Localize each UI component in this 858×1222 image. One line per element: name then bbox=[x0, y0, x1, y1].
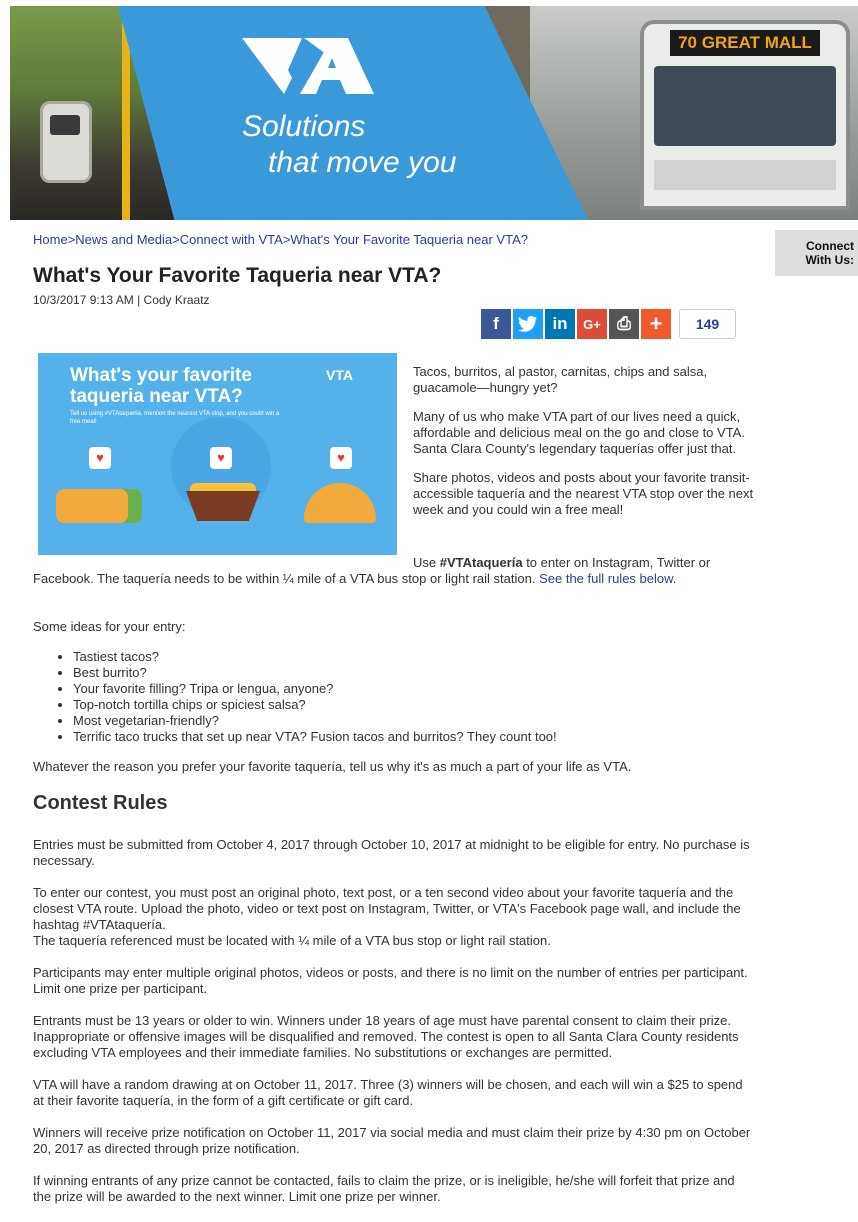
ideas-heading: Some ideas for your entry: bbox=[33, 619, 186, 634]
promo-subtext: Tell us using #VTAtaqueria, mention the … bbox=[70, 411, 280, 425]
intro-paragraph: Share photos, videos and posts about you… bbox=[413, 470, 754, 517]
bus-illustration: 70 GREAT MALL bbox=[640, 20, 850, 210]
full-rules-link[interactable]: See the full rules below. bbox=[539, 571, 676, 586]
googleplus-share-button[interactable]: G+ bbox=[577, 309, 607, 339]
banner-tagline-1: Solutions bbox=[242, 110, 366, 143]
list-item: Top-notch tortilla chips or spiciest sal… bbox=[73, 697, 557, 713]
contest-rules-heading: Contest Rules bbox=[33, 792, 168, 814]
connect-label-2: With Us: bbox=[805, 253, 854, 267]
promo-vta-logo: VTA bbox=[326, 367, 353, 383]
entry-instructions: Use #VTAtaquería to enter on Instagram, … bbox=[33, 555, 758, 587]
hashtag: #VTAtaquería bbox=[439, 555, 523, 570]
list-item: Tastiest tacos? bbox=[73, 649, 557, 665]
entry-text-pre: Use bbox=[413, 555, 440, 570]
intro-paragraph: Many of us who make VTA part of our live… bbox=[413, 409, 745, 456]
rules-paragraph: Entries must be submitted from October 4… bbox=[33, 837, 750, 868]
print-button[interactable]: ⎙ bbox=[609, 309, 639, 339]
taco-icon bbox=[304, 483, 376, 523]
rules-paragraph: Entrants must be 13 years or older to wi… bbox=[33, 1013, 739, 1060]
breadcrumb-home[interactable]: Home bbox=[33, 232, 68, 247]
facebook-share-button[interactable]: f bbox=[481, 309, 511, 339]
connect-with-us-panel: Connect With Us: bbox=[775, 230, 858, 276]
burrito-icon bbox=[56, 489, 142, 523]
article-meta: 10/3/2017 9:13 AM | Cody Kraatz bbox=[33, 293, 210, 307]
intro-text: Tacos, burritos, al pastor, carnitas, ch… bbox=[413, 364, 758, 531]
breadcrumb-current[interactable]: What's Your Favorite Taqueria near VTA? bbox=[290, 232, 528, 247]
share-bar: f in G+ ⎙ + 149 bbox=[481, 309, 736, 339]
intro-paragraph: Tacos, burritos, al pastor, carnitas, ch… bbox=[413, 364, 708, 395]
bowl-icon bbox=[186, 491, 260, 521]
promo-headline: What's your favorite taqueria near VTA? bbox=[70, 365, 252, 407]
heart-icon: ♥ bbox=[330, 447, 352, 469]
list-item: Terrific taco trucks that set up near VT… bbox=[73, 729, 557, 745]
banner-tagline-2: that move you bbox=[268, 146, 457, 179]
contest-rules: Entries must be submitted from October 4… bbox=[33, 837, 755, 1221]
bus-sign: 70 GREAT MALL bbox=[670, 30, 820, 56]
breadcrumb-separator: > bbox=[172, 232, 180, 247]
twitter-share-button[interactable] bbox=[513, 309, 543, 339]
rules-paragraph: Participants may enter multiple original… bbox=[33, 965, 748, 996]
share-count: 149 bbox=[679, 309, 736, 339]
page-title: What's Your Favorite Taqueria near VTA? bbox=[33, 264, 442, 287]
breadcrumb-connect[interactable]: Connect with VTA bbox=[180, 232, 283, 247]
linkedin-share-button[interactable]: in bbox=[545, 309, 575, 339]
heart-icon: ♥ bbox=[210, 447, 232, 469]
list-item: Most vegetarian-friendly? bbox=[73, 713, 557, 729]
heart-icon: ♥ bbox=[89, 447, 111, 469]
header-banner: 70 GREAT MALL Solutions that move you bbox=[10, 6, 858, 220]
list-item: Best burrito? bbox=[73, 665, 557, 681]
rules-text: To enter our contest, you must post an o… bbox=[33, 885, 741, 932]
more-share-button[interactable]: + bbox=[641, 309, 671, 339]
rules-paragraph: VTA will have a random drawing at on Oct… bbox=[33, 1077, 743, 1108]
breadcrumb-news[interactable]: News and Media bbox=[75, 232, 172, 247]
rules-paragraph: If winning entrants of any prize cannot … bbox=[33, 1173, 735, 1204]
connect-label: Connect bbox=[806, 239, 854, 253]
twitter-icon bbox=[518, 316, 537, 332]
rules-paragraph: To enter our contest, you must post an o… bbox=[33, 885, 755, 949]
rules-paragraph: Winners will receive prize notification … bbox=[33, 1125, 751, 1156]
taqueria-promo-image: What's your favorite taqueria near VTA? … bbox=[38, 353, 397, 555]
rules-text: The taquería referenced must be located … bbox=[33, 933, 551, 948]
vta-logo[interactable] bbox=[242, 36, 382, 96]
ideas-list: Tastiest tacos? Best burrito? Your favor… bbox=[56, 649, 557, 745]
ideas-closing: Whatever the reason you prefer your favo… bbox=[33, 759, 632, 774]
farebox-illustration bbox=[40, 101, 92, 183]
list-item: Your favorite filling? Tripa or lengua, … bbox=[73, 681, 557, 697]
breadcrumb: Home>News and Media>Connect with VTA>Wha… bbox=[33, 232, 528, 247]
